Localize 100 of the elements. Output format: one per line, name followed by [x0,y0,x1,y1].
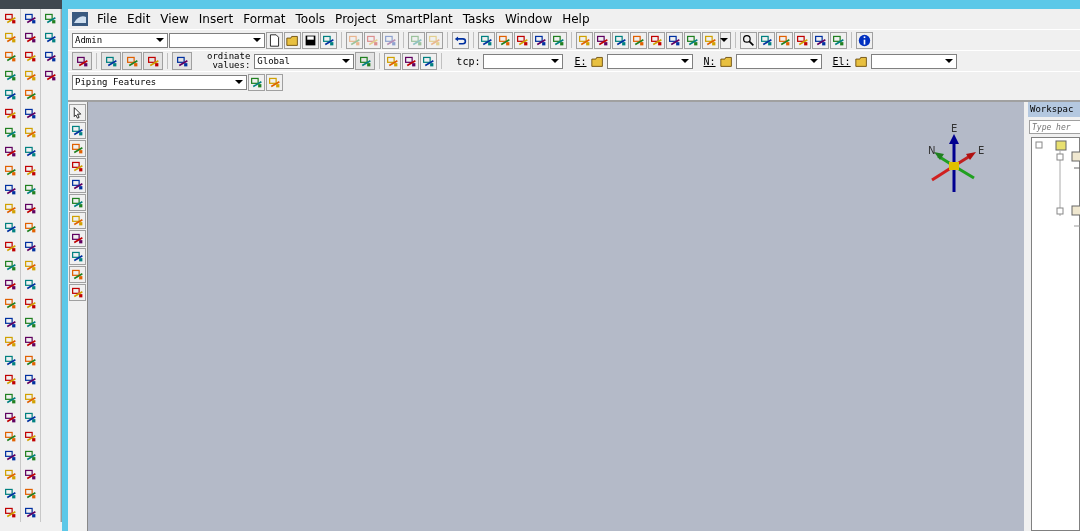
field-label: N: [703,55,716,67]
toolbar-button[interactable] [402,52,420,70]
toolbar-button[interactable] [69,104,86,121]
menu-item[interactable]: Project [330,12,382,26]
toolbar-button[interactable] [420,52,438,70]
toolbar-button[interactable] [532,31,549,49]
toolbar-button[interactable] [69,248,86,265]
dropdown-button[interactable] [720,31,731,49]
toolbar-button[interactable] [72,52,92,70]
tool-icon [650,33,663,47]
palette-tool-icon[interactable] [4,145,17,158]
toolbar-button[interactable] [594,31,611,49]
palette-tool-icon[interactable] [24,373,37,386]
palette-tool-icon[interactable] [24,297,37,310]
palette-tool-icon[interactable] [4,316,17,329]
toolbar-button[interactable] [740,31,757,49]
palette-tool-icon[interactable] [4,506,17,519]
panel-title: Workspac [1028,102,1080,117]
caret-icon [720,38,728,42]
toolbar-button[interactable] [812,31,829,49]
toolbar-button[interactable] [172,52,192,70]
palette-tool-icon[interactable] [4,107,17,120]
dropdown[interactable] [735,53,822,69]
menu-item[interactable]: Format [238,12,291,26]
palette-tool-icon[interactable] [4,240,17,253]
toolbar-button[interactable] [266,31,283,49]
dropdown[interactable] [606,53,693,69]
dropdown[interactable]: Global [254,53,355,69]
palette-tool-icon[interactable] [24,335,37,348]
palette-tool-icon[interactable] [24,411,37,424]
palette-tool-icon[interactable] [24,506,37,519]
palette-tool-icon[interactable] [4,221,17,234]
caret-icon [680,59,689,63]
tool-icon [366,33,379,47]
palette-tool-icon[interactable] [44,50,57,63]
menu-item[interactable]: Insert [193,12,239,26]
palette-tool-icon[interactable] [4,278,17,291]
palette-tool-icon[interactable] [24,107,37,120]
toolbar-button[interactable] [69,230,86,247]
palette-tool-icon[interactable] [24,430,37,443]
palette-tool-icon[interactable] [44,31,57,44]
menu-item[interactable]: Tasks [457,12,500,26]
menu-item[interactable]: Edit [122,12,156,26]
palette-tool-icon[interactable] [4,183,17,196]
toolbar-button[interactable] [69,122,86,139]
search-field[interactable]: Type her [1029,120,1080,134]
palette-tool-icon[interactable] [24,240,37,253]
palette-tool-icon[interactable] [4,12,17,25]
tool-icon [686,33,699,47]
menu-item[interactable]: View [155,12,194,26]
palette-tool-icon[interactable] [24,468,37,481]
tool-icon [71,214,84,227]
menu-item[interactable]: SmartPlant [381,12,458,26]
save-icon [304,33,317,47]
tool-icon [71,196,84,209]
dropdown[interactable]: Admin [72,32,168,48]
palette-tool-icon[interactable] [4,88,17,101]
tool-icon [175,54,189,68]
palette-tool-icon[interactable] [24,31,37,44]
palette-tool-icon[interactable] [4,373,17,386]
dropdown[interactable] [870,53,957,69]
folder-icon [855,54,869,68]
folder-icon [591,54,604,68]
toolbar-button[interactable] [101,52,121,70]
palette-tool-icon[interactable] [4,411,17,424]
menu-item[interactable]: File [92,12,123,26]
toolbar-button[interactable] [758,31,775,49]
menu-item[interactable]: Window [499,12,558,26]
tool-icon [384,33,397,47]
menu-item[interactable]: Help [557,12,595,26]
menu-item[interactable]: Tools [290,12,331,26]
toolbar-button[interactable] [478,31,495,49]
axis-label: E [978,145,985,156]
palette-tool-icon[interactable] [24,50,37,63]
toolbar-button[interactable] [320,31,337,49]
caret-icon [235,80,243,84]
palette-tool-icon[interactable] [24,278,37,291]
tool-icon [71,286,84,299]
tool-icon [71,160,84,173]
palette-tool-icon[interactable] [4,487,17,500]
dropdown[interactable] [483,53,564,69]
tool-icon [146,54,160,68]
palette-tool-icon[interactable] [24,164,37,177]
toolbar-button[interactable] [856,31,873,49]
palette-tool-icon[interactable] [24,145,37,158]
toolbar-button[interactable] [452,31,469,49]
palette-tool-icon[interactable] [24,202,37,215]
toolbar-button[interactable] [666,31,683,49]
palette-tool-icon[interactable] [4,449,17,462]
toolbar-button[interactable] [302,31,319,49]
toolbar-button[interactable] [612,31,629,49]
palette-tool-icon[interactable] [44,69,57,82]
tool-icon [71,142,84,155]
dropdown[interactable]: Piping Features [72,74,247,90]
toolbar-button[interactable] [69,176,86,193]
palette-tool-icon[interactable] [4,354,17,367]
field-label: El: [832,55,851,67]
tool-icon [250,75,263,89]
palette-tool-icon[interactable] [24,12,37,25]
dropdown[interactable] [169,32,265,48]
